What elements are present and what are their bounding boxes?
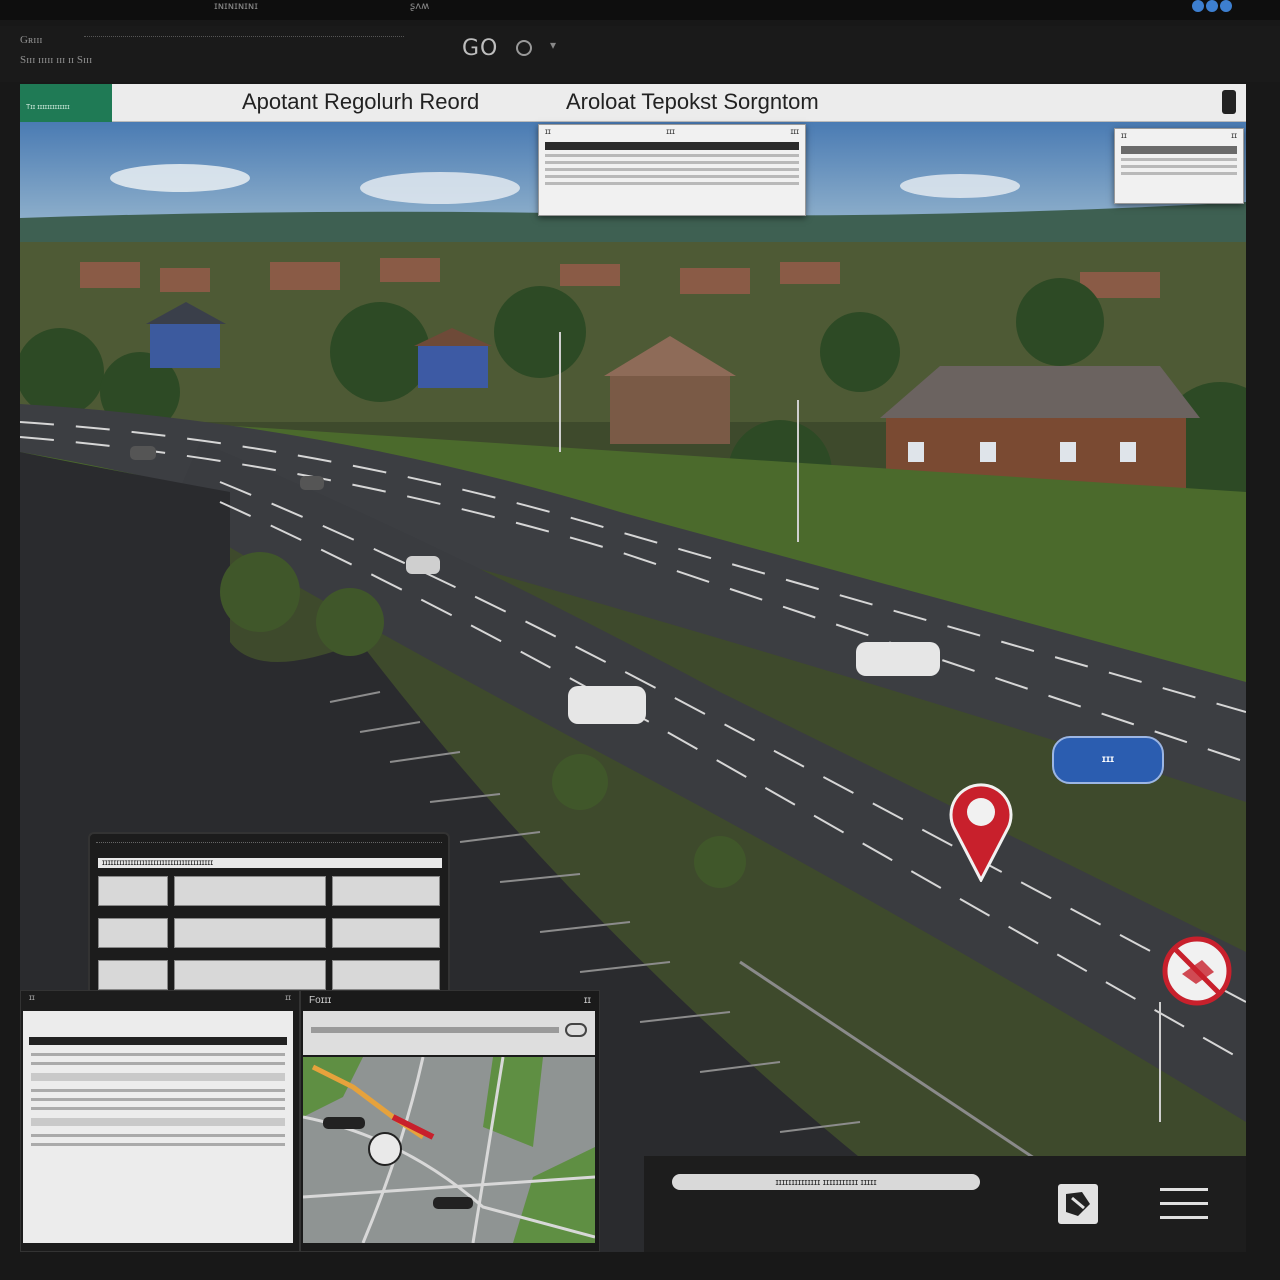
go-button[interactable]: GO bbox=[462, 36, 498, 61]
doc-line bbox=[31, 1062, 285, 1065]
window-controls[interactable] bbox=[1192, 0, 1232, 12]
card-line bbox=[545, 182, 799, 185]
address-line-label: Gʀɪɪɪ bbox=[20, 34, 43, 46]
document-page bbox=[23, 1011, 293, 1243]
card-line bbox=[545, 154, 799, 157]
panel-header: Tɪɪ ɪɪɪɪɪɪɪɪɪɪɪɪɪ Apotant Regolurh Reord… bbox=[20, 84, 1246, 122]
table-cell[interactable] bbox=[98, 876, 168, 906]
settings-icon[interactable] bbox=[516, 40, 532, 56]
doc-block bbox=[31, 1118, 285, 1126]
data-table-card[interactable]: ɪɪɪɪɪɪɪɪɪɪɪɪɪɪɪɪɪɪɪɪɪɪɪɪɪɪɪɪɪɪɪɪɪɪɪɪɪɪɪ bbox=[88, 832, 450, 992]
bottom-toolbar: ɪɪɪɪɪɪɪɪɪɪɪɪɪɪ ɪɪɪɪɪɪɪɪɪɪɪ ɪɪɪɪɪ bbox=[644, 1156, 1246, 1252]
table-cell[interactable] bbox=[174, 918, 326, 948]
card-caption-right: ɪɪ bbox=[1231, 131, 1237, 140]
doc-line bbox=[31, 1089, 285, 1092]
address-divider bbox=[84, 36, 404, 41]
hamburger-menu-icon[interactable] bbox=[1160, 1188, 1208, 1222]
table-cell[interactable] bbox=[174, 960, 326, 990]
card-line bbox=[545, 175, 799, 178]
card-caption-left: ɪɪ bbox=[545, 127, 551, 136]
card-caption-mid: ɪɪɪ bbox=[666, 127, 675, 136]
map-search-field[interactable] bbox=[311, 1027, 559, 1033]
table-cell[interactable] bbox=[98, 960, 168, 990]
map-window[interactable]: Foɪɪɪ ɪɪ bbox=[300, 990, 600, 1252]
info-card-top-center[interactable]: ɪɪ ɪɪɪ ɪɪɪ bbox=[538, 124, 806, 216]
no-entry-sign-icon[interactable] bbox=[1162, 936, 1232, 1006]
page-title-left: Apotant Regolurh Reord bbox=[242, 89, 480, 114]
card-header-bar bbox=[545, 142, 799, 150]
card-header-bar bbox=[1121, 146, 1237, 154]
doc-header-bar bbox=[29, 1037, 287, 1045]
table-cell[interactable] bbox=[174, 876, 326, 906]
info-card-top-right[interactable]: ɪɪ ɪɪ bbox=[1114, 128, 1244, 204]
card-line bbox=[1121, 172, 1237, 175]
card-line bbox=[545, 168, 799, 171]
address-row: Gʀɪɪɪ Sɪɪɪ ɪɪɪɪɪ ɪɪɪ ɪɪ Sɪɪɪ GO ▾ bbox=[0, 26, 1280, 82]
chevron-down-icon[interactable]: ▾ bbox=[550, 38, 556, 52]
map-search-bar[interactable] bbox=[303, 1011, 595, 1055]
road-sign-marker[interactable]: ɪɪɪ bbox=[1052, 736, 1164, 784]
doc-block bbox=[31, 1073, 285, 1081]
doc-line bbox=[31, 1098, 285, 1101]
toggle-icon[interactable] bbox=[565, 1023, 587, 1037]
doc-window-control[interactable]: ɪɪ bbox=[285, 993, 291, 1005]
map-window-control[interactable]: ɪɪ bbox=[584, 995, 591, 1006]
card-caption-left: ɪɪ bbox=[1121, 131, 1127, 140]
app-window: ɪɴɪɴɪɴɪɴɪ ʂʌʍ Gʀɪɪɪ Sɪɪɪ ɪɪɪɪɪ ɪɪɪ ɪɪ Sɪ… bbox=[0, 0, 1280, 1280]
table-cell[interactable] bbox=[98, 918, 168, 948]
route-map[interactable] bbox=[303, 1057, 595, 1243]
table-cell[interactable] bbox=[332, 918, 440, 948]
card-line bbox=[545, 161, 799, 164]
address-subline: Sɪɪɪ ɪɪɪɪɪ ɪɪɪ ɪɪ Sɪɪɪ bbox=[20, 54, 93, 66]
doc-line bbox=[31, 1143, 285, 1146]
window-dot-icon[interactable] bbox=[1192, 0, 1204, 12]
card-caption-right: ɪɪɪ bbox=[790, 127, 799, 136]
card-line bbox=[1121, 165, 1237, 168]
page-title-right: Aroloat Tepokst Sorgntom bbox=[566, 89, 819, 114]
map-layers-icon[interactable] bbox=[1058, 1184, 1098, 1224]
brand-text: Tɪɪ ɪɪɪɪɪɪɪɪɪɪɪɪɪ bbox=[26, 104, 70, 111]
table-cell[interactable] bbox=[332, 960, 440, 990]
table-card-header bbox=[96, 842, 442, 848]
window-dot-icon[interactable] bbox=[1206, 0, 1218, 12]
location-pin-icon[interactable] bbox=[946, 778, 1016, 882]
doc-line bbox=[31, 1107, 285, 1110]
doc-window-label: ɪɪ bbox=[29, 993, 35, 1002]
system-bar-left-text: ɪɴɪɴɪɴɪɴɪ bbox=[214, 1, 258, 12]
system-bar-right-text: ʂʌʍ bbox=[410, 1, 430, 12]
doc-line bbox=[31, 1053, 285, 1056]
battery-icon bbox=[1222, 90, 1236, 114]
window-dot-icon[interactable] bbox=[1220, 0, 1232, 12]
table-title: ɪɪɪɪɪɪɪɪɪɪɪɪɪɪɪɪɪɪɪɪɪɪɪɪɪɪɪɪɪɪɪɪɪɪɪɪɪɪɪ bbox=[98, 858, 442, 868]
table-cell[interactable] bbox=[332, 876, 440, 906]
map-window-title: Foɪɪɪ bbox=[309, 994, 332, 1006]
bottom-search-input[interactable]: ɪɪɪɪɪɪɪɪɪɪɪɪɪɪ ɪɪɪɪɪɪɪɪɪɪɪ ɪɪɪɪɪ bbox=[672, 1174, 980, 1190]
system-bar: ɪɴɪɴɪɴɪɴɪ ʂʌʍ bbox=[0, 0, 1280, 20]
card-line bbox=[1121, 158, 1237, 161]
doc-line bbox=[31, 1134, 285, 1137]
document-window[interactable]: ɪɪ ɪɪ bbox=[20, 990, 300, 1252]
brand-logo[interactable]: Tɪɪ ɪɪɪɪɪɪɪɪɪɪɪɪɪ bbox=[20, 84, 112, 122]
